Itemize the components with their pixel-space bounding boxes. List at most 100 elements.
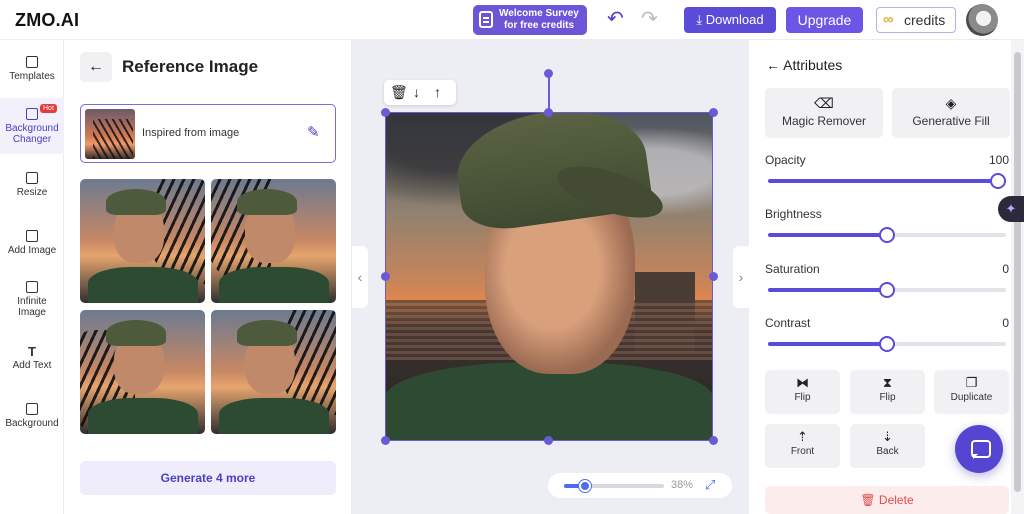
send-back-button[interactable]: ⇣ Back <box>850 424 925 468</box>
flip-vertical-button[interactable]: ⧗ Flip <box>850 370 925 414</box>
generative-fill-label: Generative Fill <box>912 114 990 128</box>
arrow-up-icon[interactable]: ↑ <box>434 83 441 101</box>
sidebar-item-label: Templates <box>9 71 55 82</box>
arrow-down-icon[interactable]: ↓ <box>413 83 420 101</box>
resize-handle[interactable] <box>381 108 390 117</box>
selection-box <box>385 112 713 441</box>
generative-fill-button[interactable]: ◈ Generative Fill <box>892 88 1010 138</box>
avatar[interactable] <box>966 4 998 36</box>
result-thumbnail[interactable] <box>80 179 205 303</box>
bring-front-button[interactable]: ⇡ Front <box>765 424 840 468</box>
scrollbar-thumb[interactable] <box>1014 52 1021 492</box>
hot-badge: Hot <box>40 104 57 113</box>
brightness-slider[interactable] <box>768 227 1006 243</box>
brightness-fill <box>768 233 887 237</box>
delete-button[interactable]: 🗑 Delete <box>765 486 1009 514</box>
sidebar-item-infinite-image[interactable]: Infinite Image <box>0 281 64 318</box>
image-icon <box>26 230 38 242</box>
app-logo[interactable]: ZMO.AI <box>15 10 79 31</box>
sidebar-item-add-image[interactable]: Add Image <box>0 230 64 256</box>
duplicate-button[interactable]: ❐ Duplicate <box>934 370 1009 414</box>
opacity-slider[interactable] <box>768 173 1006 189</box>
generate-more-button[interactable]: Generate 4 more <box>80 461 336 495</box>
contrast-fill <box>768 342 887 346</box>
magic-remover-label: Magic Remover <box>781 114 867 128</box>
top-bar: ZMO.AI Welcome Survey for free credits ↶… <box>0 0 1024 40</box>
sidebar-item-add-text[interactable]: T Add Text <box>0 345 64 371</box>
chevron-right-icon[interactable]: › <box>733 246 749 308</box>
result-thumbnail[interactable] <box>211 179 336 303</box>
magic-remover-button[interactable]: ⌫ Magic Remover <box>765 88 883 138</box>
canvas-area[interactable]: ‹ › 🗑 ↓ ↑ 38% ⤢ <box>352 40 749 514</box>
reference-image-card[interactable]: Inspired from image ✎ <box>80 104 336 163</box>
text-icon: T <box>28 344 36 359</box>
redo-icon[interactable]: ↷ <box>641 9 658 29</box>
credits-button[interactable]: ∞ credits <box>876 7 956 33</box>
sidebar-item-background[interactable]: Background <box>0 403 64 429</box>
scrollbar[interactable] <box>1011 40 1024 514</box>
sidebar-item-resize[interactable]: Resize <box>0 172 64 198</box>
result-thumbnail[interactable] <box>80 310 205 434</box>
resize-handle[interactable] <box>709 108 718 117</box>
result-thumbnail[interactable] <box>211 310 336 434</box>
infinity-icon: ∞ <box>883 11 894 28</box>
contrast-slider[interactable] <box>768 336 1006 352</box>
copy-icon: ❐ <box>965 375 978 390</box>
rotate-handle[interactable] <box>544 69 553 78</box>
contrast-value: 0 <box>1002 316 1009 330</box>
welcome-survey-button[interactable]: Welcome Survey for free credits <box>473 5 587 35</box>
contrast-handle[interactable] <box>879 336 895 352</box>
resize-handle[interactable] <box>544 436 553 445</box>
back-label: Back <box>876 446 899 457</box>
undo-icon[interactable]: ↶ <box>607 9 624 29</box>
brightness-handle[interactable] <box>879 227 895 243</box>
sidebar-item-label-line1: Infinite <box>17 296 47 307</box>
resize-handle[interactable] <box>381 272 390 281</box>
zoom-handle[interactable] <box>579 480 591 492</box>
back-button[interactable]: ← <box>80 52 112 82</box>
sidebar-item-templates[interactable]: Templates <box>0 56 64 82</box>
crop-icon <box>26 172 38 184</box>
shirt <box>88 267 198 303</box>
upgrade-button[interactable]: Upgrade <box>786 7 863 33</box>
resize-handle[interactable] <box>709 436 718 445</box>
sparkle-icon[interactable]: ✦ <box>998 196 1024 222</box>
sidebar-item-background-changer[interactable]: Hot Background Changer <box>0 98 64 154</box>
opacity-label: Opacity <box>765 153 806 167</box>
zoom-level: 38% <box>671 479 694 491</box>
survey-line2: for free credits <box>504 20 575 31</box>
cap <box>237 320 297 346</box>
chevron-left-icon[interactable]: ‹ <box>352 246 368 308</box>
arrow-left-icon: ← <box>766 57 780 73</box>
sidebar-item-label-line1: Background <box>5 123 59 134</box>
edit-icon[interactable]: ✎ <box>307 123 320 141</box>
zoom-slider[interactable] <box>564 480 664 492</box>
duplicate-label: Duplicate <box>950 392 993 403</box>
saturation-handle[interactable] <box>879 282 895 298</box>
flip-label: Flip <box>879 392 896 403</box>
opacity-handle[interactable] <box>990 173 1006 189</box>
flip-horizontal-button[interactable]: ⧓ Flip <box>765 370 840 414</box>
resize-handle[interactable] <box>381 436 390 445</box>
chat-icon[interactable] <box>955 425 1003 473</box>
resize-handle[interactable] <box>709 272 718 281</box>
survey-icon <box>479 11 493 28</box>
saturation-slider[interactable] <box>768 282 1006 298</box>
contrast-label: Contrast <box>765 316 811 330</box>
fit-screen-icon[interactable]: ⤢ <box>705 477 715 493</box>
layer-toolbar: 🗑 ↓ ↑ <box>384 80 456 105</box>
flip-label: Flip <box>794 392 811 403</box>
sidebar-item-label: Resize <box>16 187 48 198</box>
trash-icon[interactable]: 🗑 <box>390 83 408 101</box>
reference-card-label: Inspired from image <box>142 127 240 139</box>
sidebar-item-label: Add Text <box>12 360 52 371</box>
download-button[interactable]: ⤓ Download <box>684 7 776 33</box>
attributes-header[interactable]: ← Attributes <box>766 57 842 73</box>
expand-icon <box>26 281 38 293</box>
shirt <box>219 267 329 303</box>
tool-sidebar: Templates Hot Background Changer Resize … <box>0 40 64 514</box>
resize-handle[interactable] <box>544 108 553 117</box>
fill-bucket-icon: ◈ <box>945 95 957 111</box>
opacity-value: 100 <box>988 153 1009 167</box>
opacity-fill <box>768 179 1006 183</box>
